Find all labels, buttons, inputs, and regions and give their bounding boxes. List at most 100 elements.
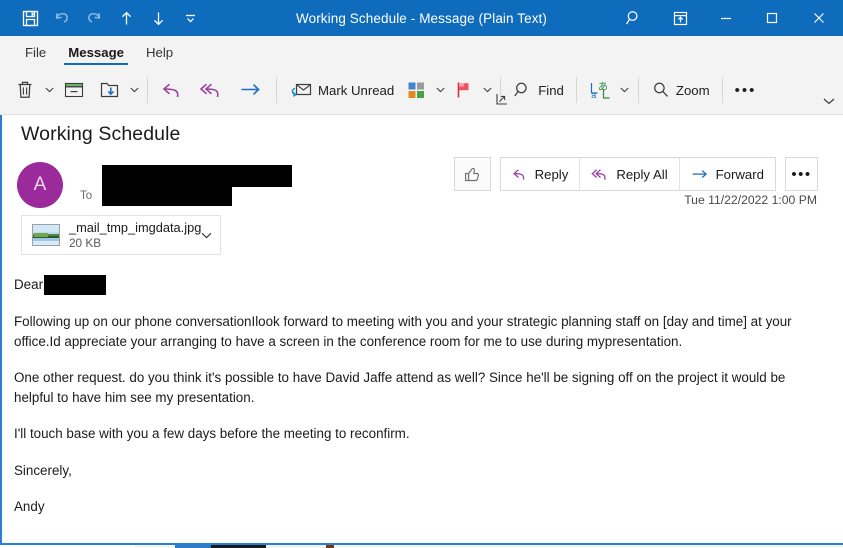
minimize-button[interactable] [703,0,749,36]
reply-icon [512,168,524,180]
sender-avatar[interactable]: A [17,162,63,208]
translate-icon: aあ [590,81,610,100]
mark-unread-icon [291,83,312,97]
message-body: Dear Following up on our phone conversat… [14,275,825,534]
reply-button[interactable]: Reply [501,158,581,190]
reply-all-icon [591,168,606,180]
forward-arrow-icon [692,169,707,178]
ribbon-separator [147,77,148,103]
thumbs-up-button[interactable] [453,157,491,191]
tab-help[interactable]: Help [135,38,184,66]
forward-arrow-icon [241,84,260,95]
ribbon-overflow-button[interactable]: ••• [729,69,763,111]
to-label: To [80,190,93,202]
reply-button-group: Reply Reply All Forward [499,157,776,191]
translate-dropdown-caret[interactable] [618,69,632,111]
reply-all-button[interactable] [192,69,232,111]
greeting-line: Dear [14,275,825,295]
tags-dialog-launcher-icon[interactable] [495,92,509,106]
move-to-folder-icon [100,82,119,98]
quick-access-toolbar [0,0,206,36]
translate-button[interactable]: aあ [583,69,618,111]
zoom-label: Zoom [675,82,710,98]
reply-label: Reply [534,166,569,182]
delete-dropdown-caret[interactable] [42,69,56,111]
body-paragraph: Following up on our phone conversationIl… [14,314,792,349]
previous-item-button[interactable] [110,3,142,33]
attachment-item[interactable]: _mail_tmp_imgdata.jpg 20 KB [21,215,221,255]
ribbon-overflow-label: ••• [734,81,757,99]
avatar-initial: A [33,174,47,195]
search-icon[interactable] [611,0,657,36]
find-icon [514,82,527,97]
message-timestamp: Tue 11/22/2022 1:00 PM [684,193,817,207]
attachment-dropdown-caret[interactable] [201,226,212,244]
body-paragraph: One other request. do you think it's pos… [14,370,786,405]
flag-icon [457,82,469,98]
reply-button[interactable] [154,69,192,111]
attachment-thumbnail-icon [32,224,60,246]
title-bar: Working Schedule - Message (Plain Text) [0,0,843,36]
categorize-dropdown-caret[interactable] [433,69,447,111]
recipient-redacted [102,187,232,206]
ribbon-separator [721,77,723,103]
trash-icon [18,81,32,98]
mark-unread-button[interactable]: Mark Unread [283,69,400,111]
message-more-actions-button[interactable]: ••• [785,157,818,191]
undo-button[interactable] [46,3,78,33]
reply-all-button[interactable]: Reply All [580,158,680,190]
zoom-icon [653,82,668,97]
find-label: Find [538,82,564,98]
maximize-button[interactable] [749,0,795,36]
more-actions-label: ••• [791,165,812,183]
close-button[interactable] [795,0,843,36]
forward-button[interactable]: Forward [680,158,775,190]
outlook-message-window: Working Schedule - Message (Plain Text) … [0,0,843,548]
flag-button[interactable] [447,69,480,111]
ribbon-display-options-icon[interactable] [657,0,703,36]
message-action-buttons: Reply Reply All Forward ••• [453,157,818,191]
greeting-text: Dear [14,277,44,293]
sender-name-redacted [102,165,292,187]
forward-label: Forward [715,166,764,182]
attachment-filename: _mail_tmp_imgdata.jpg [69,219,202,235]
attachment-size: 20 KB [69,236,102,251]
categorize-icon [408,82,425,98]
customize-quick-access-toolbar-button[interactable] [174,3,206,33]
reply-icon [162,83,179,98]
categorize-button[interactable] [400,69,433,111]
archive-icon [64,82,84,98]
thumbs-up-icon [464,167,479,181]
svg-text:a: a [591,90,596,100]
reading-pane: Working Schedule A To Reply Reply All Fo… [0,115,843,545]
reply-all-label: Reply All [616,166,668,182]
flag-dropdown-caret[interactable] [480,69,494,111]
move-dropdown-caret[interactable] [127,69,141,111]
mark-unread-label: Mark Unread [318,82,395,98]
collapse-ribbon-icon[interactable] [821,94,837,108]
ribbon-separator [637,77,639,103]
greeting-name-redacted [44,275,107,295]
zoom-button[interactable]: Zoom [645,69,716,111]
ribbon-separator [575,77,577,103]
body-signature: Andy [14,499,45,514]
title-bar-buttons [611,0,843,36]
forward-button[interactable] [232,69,270,111]
ribbon-tab-bar: File Message Help [0,36,843,66]
ribbon-toolbar: Mark Unread Find aあ Zoom ••• [0,66,843,115]
ribbon-separator [276,77,277,103]
tab-message[interactable]: Message [57,38,135,66]
message-subject: Working Schedule [21,123,181,145]
tab-file[interactable]: File [14,38,57,66]
body-paragraph: I'll touch base with you a few days befo… [14,426,410,441]
reply-all-icon [199,83,219,98]
find-button[interactable]: Find [507,69,570,111]
delete-button[interactable] [8,69,42,111]
move-button[interactable] [92,69,127,111]
archive-button[interactable] [56,69,92,111]
save-button[interactable] [14,3,46,33]
next-item-button[interactable] [142,3,174,33]
redo-button[interactable] [78,3,110,33]
body-signoff: Sincerely, [14,462,72,478]
attachment-info: _mail_tmp_imgdata.jpg 20 KB [69,220,201,251]
